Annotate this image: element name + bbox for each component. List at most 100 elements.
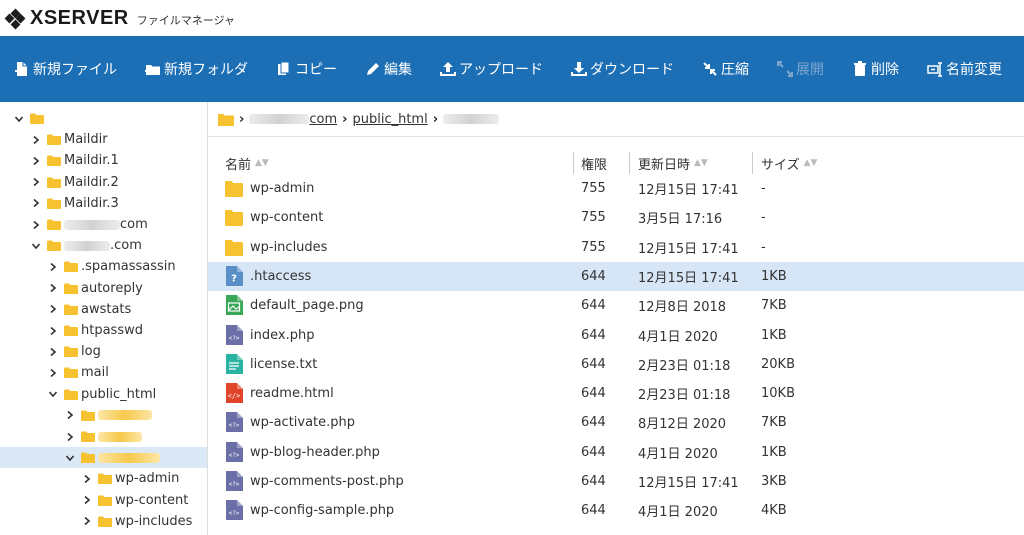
breadcrumb-item-domain[interactable]: com [309, 112, 337, 127]
file-name: default_page.png [250, 298, 364, 314]
tree-item[interactable]: log [0, 341, 207, 362]
file-row[interactable]: <?> wp-comments-post.php 644 12月15日 17:41 3K… [208, 467, 1024, 496]
tree-item-label: com [120, 217, 148, 232]
tree-item[interactable]: wp-admin [0, 468, 207, 489]
breadcrumb: › com › public_html › [208, 102, 1024, 137]
toolbar-button-label: 編集 [384, 62, 412, 78]
toolbar-compress-button[interactable]: 圧縮 [702, 59, 749, 79]
chevron-down-icon[interactable] [31, 241, 41, 251]
chevron-right-icon[interactable] [31, 156, 41, 166]
file-modified: 2月23日 01:18 [638, 358, 731, 374]
chevron-down-icon[interactable] [14, 114, 24, 124]
toolbar-download-button[interactable]: ダウンロード [571, 59, 674, 79]
folder-icon [64, 325, 78, 336]
breadcrumb-separator: › [239, 111, 245, 127]
chevron-right-icon[interactable] [48, 347, 58, 357]
file-row[interactable]: </> readme.html 644 2月23日 01:18 10KB [208, 379, 1024, 408]
tree-item[interactable]: htpasswd [0, 320, 207, 341]
file-row[interactable]: <?> index.php 644 4月1日 2020 1KB [208, 321, 1024, 350]
chevron-right-icon[interactable] [65, 410, 75, 420]
tree-item-label: Maildir [64, 132, 108, 148]
chevron-right-icon[interactable] [48, 304, 58, 314]
breadcrumb-item-public-html[interactable]: public_html [352, 112, 427, 127]
tree-item[interactable]: autoreply [0, 278, 207, 299]
toolbar-copy-button[interactable]: コピー [276, 59, 337, 79]
chevron-right-icon[interactable] [31, 220, 41, 230]
toolbar-button-label: アップロード [459, 62, 543, 78]
tree-item[interactable] [0, 405, 207, 426]
chevron-right-icon[interactable] [48, 368, 58, 378]
tree-item-label: wp-includes [115, 513, 193, 529]
tree-item[interactable] [0, 108, 207, 129]
pencil-icon [367, 63, 379, 75]
tree-item-label: awstats [81, 301, 132, 317]
chevron-right-icon[interactable] [31, 135, 41, 145]
file-row[interactable]: <?> wp-activate.php 644 8月12日 2020 7KB [208, 408, 1024, 437]
chevron-right-icon[interactable] [48, 326, 58, 336]
tree-item[interactable]: wp-includes [0, 511, 207, 532]
column-divider[interactable] [752, 152, 753, 174]
toolbar-pencil-button[interactable]: 編集 [365, 59, 412, 79]
expand-icon [777, 61, 793, 77]
column-modified[interactable]: 更新日時 ▲▼ [638, 152, 708, 174]
tree-item[interactable]: Maildir.1 [0, 150, 207, 171]
toolbar-upload-button[interactable]: アップロード [440, 59, 543, 79]
tree-item-label: mail [81, 365, 109, 381]
file-name: wp-activate.php [250, 415, 356, 431]
chevron-right-icon[interactable] [31, 177, 41, 187]
tree-item[interactable]: Maildir.2 [0, 172, 207, 193]
toolbar-trash-button[interactable]: 削除 [852, 59, 899, 79]
chevron-right-icon[interactable] [82, 495, 92, 505]
folder-icon [64, 346, 78, 358]
file-size: - [761, 239, 766, 255]
tree-item[interactable]: Maildir [0, 129, 207, 150]
file-row[interactable]: ? .htaccess 644 12月15日 17:41 1KB [208, 261, 1024, 291]
tree-item[interactable]: .spamassassin [0, 256, 207, 277]
file-permission: 755 [581, 181, 606, 196]
folder-icon [47, 177, 61, 188]
chevron-right-icon[interactable] [65, 432, 75, 442]
sort-icon: ▲▼ [803, 158, 818, 168]
tree-item[interactable]: mail [0, 362, 207, 383]
toolbar-rename-button[interactable]: 名前変更 [927, 59, 1002, 79]
column-permission[interactable]: 権限 [581, 152, 607, 174]
tree-item[interactable] [0, 447, 207, 469]
blurred-name [64, 240, 110, 251]
file-row[interactable]: license.txt 644 2月23日 01:18 20KB [208, 350, 1024, 379]
tree-item[interactable]: public_html [0, 384, 207, 405]
chevron-down-icon[interactable] [65, 453, 75, 463]
tree-item[interactable]: Maildir.3 [0, 193, 207, 214]
chevron-right-icon[interactable] [82, 516, 92, 526]
blurred-name [98, 431, 142, 442]
trash-icon [854, 61, 866, 76]
tree-item[interactable]: com [0, 214, 207, 235]
toolbar-new-file-button[interactable]: 新規ファイル [14, 59, 117, 79]
file-row[interactable]: default_page.png 644 12月8日 2018 7KB [208, 291, 1024, 320]
chevron-right-icon[interactable] [48, 262, 58, 272]
file-row[interactable]: <?> wp-config-sample.php 644 4月1日 2020 4KB [208, 496, 1024, 525]
svg-text:</>: </> [228, 392, 241, 400]
column-name[interactable]: 名前 ▲▼ [225, 152, 269, 174]
column-size[interactable]: サイズ ▲▼ [761, 152, 817, 174]
logo-diamond-icon [4, 8, 26, 29]
column-divider[interactable] [629, 152, 630, 174]
chevron-down-icon[interactable] [48, 389, 58, 399]
blurred-name [64, 219, 120, 230]
chevron-right-icon[interactable] [82, 474, 92, 484]
file-modified: 4月1日 2020 [638, 446, 718, 462]
chevron-right-icon[interactable] [48, 283, 58, 293]
tree-item[interactable]: .com [0, 235, 207, 256]
file-row[interactable]: wp-admin 755 12月15日 17:41 - [208, 174, 1024, 203]
chevron-right-icon[interactable] [31, 198, 41, 208]
app-name: ファイルマネージャ [136, 14, 235, 27]
file-row[interactable]: wp-includes 755 12月15日 17:41 - [208, 233, 1024, 262]
tree-item[interactable] [0, 426, 207, 447]
tree-item[interactable]: wp-content [0, 490, 207, 511]
file-row[interactable]: <?> wp-blog-header.php 644 4月1日 2020 1KB [208, 438, 1024, 467]
file-size: 3KB [761, 474, 787, 489]
file-row[interactable]: wp-content 755 3月5日 17:16 - [208, 203, 1024, 232]
xserver-logo[interactable]: XSERVER ファイルマネージャ [4, 7, 235, 30]
toolbar-new-folder-button[interactable]: 新規フォルダ [145, 59, 248, 79]
column-divider[interactable] [573, 152, 574, 174]
tree-item[interactable]: awstats [0, 299, 207, 320]
